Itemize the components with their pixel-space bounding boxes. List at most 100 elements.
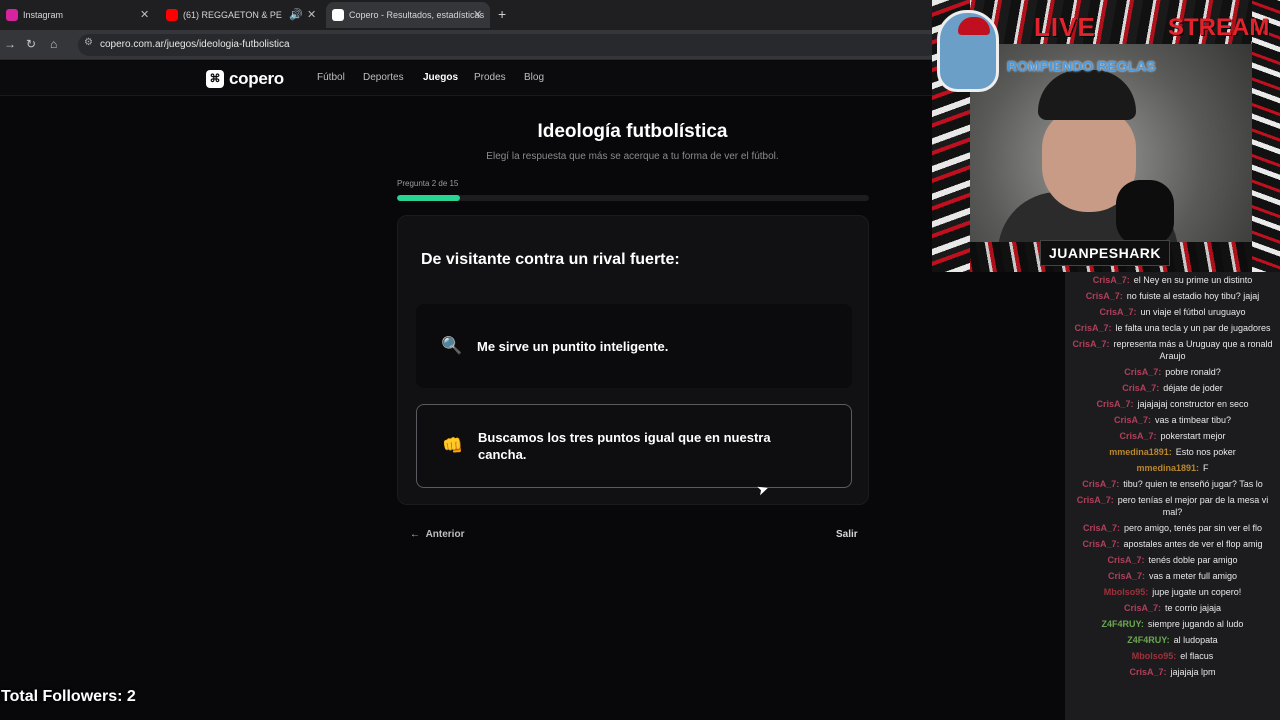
fist-icon: 👊: [442, 436, 464, 455]
chat-text: representa más a Uruguay que a ronald Ar…: [1113, 339, 1273, 361]
copero-logo[interactable]: ⌘ copero: [206, 69, 284, 89]
chat-text: pobre ronald?: [1165, 367, 1221, 377]
chat-username: CrisA_7:: [1122, 383, 1160, 393]
chat-text: jajajajaj constructor en seco: [1137, 399, 1249, 409]
chat-username: CrisA_7:: [1107, 571, 1145, 581]
chat-text: F: [1203, 463, 1209, 473]
magnifier-icon: 🔍: [441, 336, 463, 355]
chat-text: siempre jugando al ludo: [1147, 619, 1244, 629]
answer-option-label: Me sirve un puntito inteligente.: [477, 338, 669, 354]
chat-message: CrisA_7: tibu? quien te enseñó jugar? Tas…: [1065, 476, 1280, 492]
chat-username: CrisA_7:: [1085, 291, 1123, 301]
stream-label: STREAM: [1168, 14, 1270, 41]
chat-text: apostales antes de ver el flop amig: [1123, 539, 1263, 549]
chat-text: jajajaja lpm: [1170, 667, 1216, 677]
chat-message: CrisA_7: jajajajaj constructor en seco: [1065, 396, 1280, 412]
chat-message: CrisA_7: apostales antes de ver el flop a…: [1065, 536, 1280, 552]
tab-title: (61) REGGAETON & PERREO: [183, 10, 282, 20]
chat-text: le falta una tecla y un par de jugadores: [1115, 323, 1271, 333]
chat-message: CrisA_7: le falta una tecla y un par de j…: [1065, 320, 1280, 336]
chat-message: CrisA_7: representa más a Uruguay que a r…: [1065, 336, 1280, 364]
question-card: De visitante contra un rival fuerte: 🔍 M…: [397, 215, 869, 505]
chat-message: mmedina1891: F: [1065, 460, 1280, 476]
new-tab-button[interactable]: +: [498, 6, 506, 22]
exit-button[interactable]: Salir: [836, 529, 858, 540]
chat-text: el Ney en su prime un distinto: [1133, 275, 1253, 285]
nav-futbol[interactable]: Fútbol: [317, 72, 345, 83]
chat-username: CrisA_7:: [1076, 495, 1114, 505]
chat-username: CrisA_7:: [1082, 479, 1120, 489]
chat-message: CrisA_7: te corrio jajaja: [1065, 600, 1280, 616]
chat-message: CrisA_7: tenés doble par amigo: [1065, 552, 1280, 568]
answer-option-1[interactable]: 🔍 Me sirve un puntito inteligente.: [416, 304, 852, 388]
chat-username: CrisA_7:: [1082, 539, 1120, 549]
chat-username: CrisA_7:: [1124, 367, 1162, 377]
tab-instagram[interactable]: Instagram: [0, 2, 158, 28]
tab-title: Instagram: [23, 10, 64, 20]
forward-icon[interactable]: →: [4, 37, 16, 51]
chat-username: Z4F4RUY:: [1101, 619, 1144, 629]
shark-mascot-icon: [937, 10, 999, 92]
reload-icon[interactable]: ↻: [26, 37, 36, 51]
chat-username: CrisA_7:: [1099, 307, 1137, 317]
chat-username: CrisA_7:: [1113, 415, 1151, 425]
site-info-icon[interactable]: ⚙: [84, 37, 93, 48]
arrow-left-icon: ←: [410, 529, 426, 540]
chat-username: mmedina1891:: [1109, 447, 1172, 457]
progress-label: Pregunta 2 de 15: [397, 179, 459, 188]
url-input[interactable]: ⚙ copero.com.ar/juegos/ideologia-futboli…: [78, 34, 938, 56]
speaker-icon[interactable]: 🔊: [289, 8, 303, 21]
logo-text: copero: [229, 69, 284, 88]
answer-option-2[interactable]: 👊 Buscamos los tres puntos igual que en …: [416, 404, 852, 488]
chat-username: Mbolso95:: [1103, 587, 1149, 597]
chat-username: CrisA_7:: [1129, 667, 1167, 677]
nav-blog[interactable]: Blog: [524, 72, 544, 83]
tab-title: Copero - Resultados, estadísticas: [349, 10, 484, 20]
chat-username: CrisA_7:: [1072, 339, 1110, 349]
youtube-icon: [166, 9, 178, 21]
chat-message: CrisA_7: un viaje el fútbol uruguayo: [1065, 304, 1280, 320]
shark-cap: [958, 17, 990, 35]
copero-icon: [332, 9, 344, 21]
channel-tag: ROMPIENDO REGLAS: [1007, 58, 1156, 74]
logo-icon: ⌘: [206, 70, 224, 88]
tab-copero[interactable]: Copero - Resultados, estadísticas: [326, 2, 490, 28]
chat-message: Mbolso95: el flacus: [1065, 648, 1280, 664]
previous-button[interactable]: ← Anterior: [410, 529, 464, 540]
instagram-icon: [6, 9, 18, 21]
close-tab-icon[interactable]: ✕: [307, 8, 316, 21]
chat-message: CrisA_7: el Ney en su prime un distinto: [1065, 272, 1280, 288]
chat-username: CrisA_7:: [1092, 275, 1130, 285]
chat-text: jupe jugate un copero!: [1152, 587, 1242, 597]
home-icon[interactable]: ⌂: [50, 37, 57, 51]
chat-text: te corrio jajaja: [1164, 603, 1222, 613]
stream-chat: CrisA_7: el Ney en su prime un distinto Cr…: [1065, 272, 1280, 720]
chat-message: CrisA_7: jajajaja lpm: [1065, 664, 1280, 680]
close-tab-icon[interactable]: ✕: [140, 8, 149, 21]
chat-text: pero amigo, tenés par sin ver el flo: [1123, 523, 1263, 533]
tab-youtube[interactable]: (61) REGGAETON & PERREO: [160, 2, 288, 28]
chat-text: Esto nos poker: [1175, 447, 1236, 457]
nav-juegos[interactable]: Juegos: [423, 72, 458, 83]
chat-username: CrisA_7:: [1074, 323, 1112, 333]
chat-text: déjate de joder: [1163, 383, 1223, 393]
chat-message: CrisA_7: pero amigo, tenés par sin ver el…: [1065, 520, 1280, 536]
chat-message: Z4F4RUY: al ludopata: [1065, 632, 1280, 648]
chat-message: CrisA_7: pokerstart mejor: [1065, 428, 1280, 444]
chat-username: CrisA_7:: [1119, 431, 1157, 441]
chat-username: Z4F4RUY:: [1127, 635, 1170, 645]
chat-text: tibu? quien te enseñó jugar? Tas lo: [1123, 479, 1263, 489]
close-tab-icon[interactable]: ✕: [473, 8, 482, 21]
chat-text: pokerstart mejor: [1160, 431, 1226, 441]
chat-username: mmedina1891:: [1136, 463, 1200, 473]
chat-text: al ludopata: [1173, 635, 1218, 645]
progress-bar: [397, 195, 869, 201]
streamer-figure: [998, 62, 1178, 252]
chat-message: Mbolso95: jupe jugate un copero!: [1065, 584, 1280, 600]
chat-message: CrisA_7: pero tenías el mejor par de la m…: [1065, 492, 1280, 520]
nav-deportes[interactable]: Deportes: [363, 72, 404, 83]
chat-text: vas a timbear tibu?: [1154, 415, 1232, 425]
chat-message: mmedina1891: Esto nos poker: [1065, 444, 1280, 460]
nav-prodes[interactable]: Prodes: [474, 72, 506, 83]
chat-text: tenés doble par amigo: [1148, 555, 1238, 565]
